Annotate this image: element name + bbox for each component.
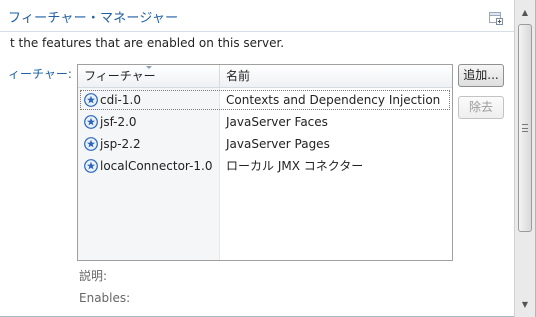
column-header-feature[interactable]: フィーチャー [78, 65, 220, 88]
table-row[interactable]: jsf-2.0 JavaServer Faces [78, 111, 452, 133]
table-row[interactable]: jsp-2.2 JavaServer Pages [78, 133, 452, 155]
feature-cell: jsf-2.0 [84, 111, 137, 133]
feature-id: cdi-1.0 [100, 93, 141, 107]
feature-name: ローカル JMX コネクター [226, 159, 364, 173]
feature-name: JavaServer Faces [226, 115, 328, 129]
feature-id: jsp-2.2 [100, 137, 141, 151]
title-divider [0, 31, 514, 32]
feature-star-icon [84, 93, 98, 107]
feature-manager-panel: フィーチャー・マネージャー t the features that are en… [0, 0, 536, 317]
feature-star-icon [84, 137, 98, 151]
feature-star-icon [84, 115, 98, 129]
table-header: フィーチャー 名前 [78, 65, 452, 88]
scrollbar-grip-icon [522, 124, 528, 132]
section-title: フィーチャー・マネージャー [8, 11, 179, 26]
feature-id: jsf-2.0 [100, 115, 137, 129]
features-table[interactable]: フィーチャー 名前 cdi-1.0 Contexts and Dependenc… [77, 64, 453, 261]
vertical-scrollbar[interactable]: ▲ ▼ [514, 0, 535, 317]
section-toolbar-icon[interactable] [488, 10, 504, 26]
features-label: ィーチャー: [8, 67, 72, 81]
scroll-up-arrow-icon[interactable]: ▲ [515, 4, 535, 21]
feature-star-icon [84, 159, 98, 173]
scrollbar-thumb[interactable] [518, 24, 532, 232]
remove-feature-button[interactable]: 除去 [458, 96, 504, 119]
column-header-label: フィーチャー [84, 69, 156, 83]
feature-cell: jsp-2.2 [84, 133, 141, 155]
section-description: t the features that are enabled on this … [10, 36, 285, 50]
table-row[interactable]: localConnector-1.0 ローカル JMX コネクター [78, 155, 452, 177]
feature-cell: cdi-1.0 [84, 89, 141, 111]
feature-name: JavaServer Pages [226, 137, 330, 151]
enables-label: Enables: [79, 291, 131, 305]
scroll-down-arrow-icon[interactable]: ▼ [515, 296, 535, 313]
add-feature-button[interactable]: 追加... [458, 64, 504, 87]
column-header-label: 名前 [226, 69, 251, 83]
feature-id: localConnector-1.0 [100, 159, 213, 173]
feature-cell: localConnector-1.0 [84, 155, 213, 177]
column-header-name[interactable]: 名前 [220, 65, 452, 88]
description-label: 説明: [79, 269, 108, 283]
feature-name: Contexts and Dependency Injection [226, 93, 441, 107]
table-row[interactable]: cdi-1.0 Contexts and Dependency Injectio… [78, 89, 452, 111]
sort-indicator-icon [146, 66, 152, 69]
